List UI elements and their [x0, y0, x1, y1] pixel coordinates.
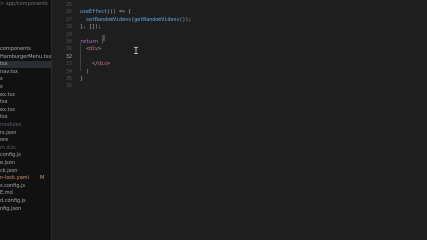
tree-item[interactable]: n-lock.yaml: [0, 175, 29, 182]
tree-item[interactable]: ore: [0, 137, 8, 144]
tree-item[interactable]: d.config.js: [0, 198, 26, 205]
code-line[interactable]: <div>: [80, 46, 101, 53]
code-line[interactable]: }, []);: [80, 24, 101, 31]
line-number: 25: [65, 2, 72, 8]
code-editor[interactable]: 25 26 27 28 29 30 31 32 33 34 35 36 useEffect(() =>…: [52, 0, 427, 240]
tree-item[interactable]: nfig.json: [0, 206, 21, 213]
tree-item[interactable]: e.json: [0, 160, 15, 167]
code-line[interactable]: useEffect(() => {: [80, 9, 131, 16]
code-token: </: [80, 61, 99, 68]
file-explorer: > app/components components HamburgerMenu…: [0, 0, 51, 240]
tree-item[interactable]: E.md: [0, 190, 13, 197]
code-token: getRandomVideos: [134, 16, 180, 23]
app-window: > app/components components HamburgerMenu…: [0, 0, 427, 240]
code-line[interactable]: return (: [80, 39, 104, 46]
code-token: useEffect: [80, 9, 108, 16]
tree-item[interactable]: tsx: [0, 99, 8, 106]
i-beam-cursor-icon: [134, 47, 138, 54]
text-cursor: [102, 35, 105, 41]
line-number: 32: [65, 53, 72, 60]
tree-item[interactable]: ex.tsx: [0, 107, 15, 114]
line-number: 34: [65, 68, 72, 75]
line-number-gutter: 25 26 27 28 29 30 31 32 33 34 35 36: [52, 0, 72, 240]
code-line[interactable]: </div>: [80, 61, 110, 68]
tree-item[interactable]: config.js: [0, 152, 21, 159]
tree-item[interactable]: s.config.js: [0, 183, 25, 190]
git-modified-badge: M: [40, 175, 45, 182]
code-token: div: [98, 61, 108, 68]
code-token: }: [80, 76, 84, 82]
line-number: 33: [65, 61, 72, 68]
code-token: (() => {: [107, 9, 132, 16]
tree-item[interactable]: modules: [0, 122, 21, 129]
code-token: div: [89, 46, 99, 53]
tree-item[interactable]: components: [0, 46, 31, 53]
tree-item[interactable]: HamburgerMenu.tsx: [0, 54, 51, 61]
tree-item[interactable]: rs.json: [0, 130, 16, 137]
code-token: ());: [179, 16, 192, 23]
code-token: }, []);: [80, 24, 102, 31]
code-token: setRandomVideos: [80, 16, 132, 23]
tree-item[interactable]: s: [0, 76, 3, 83]
code-line[interactable]: ): [80, 69, 89, 76]
tree-item[interactable]: tsx: [0, 61, 51, 69]
tree-item[interactable]: ck.json: [0, 168, 17, 175]
tree-item[interactable]: m.d.ts: [0, 145, 16, 152]
code-token: >: [98, 46, 102, 53]
line-number: 36: [65, 83, 72, 90]
line-number: 30: [65, 39, 72, 45]
code-token: return: [80, 39, 99, 45]
tree-item[interactable]: ex.tsx: [0, 92, 15, 99]
line-number: 31: [65, 46, 72, 53]
explorer-breadcrumb[interactable]: > app/components: [0, 1, 48, 8]
tree-item[interactable]: nav.tsx: [0, 69, 18, 76]
line-number: 26: [65, 9, 72, 16]
code-token: ): [80, 68, 90, 75]
line-number: 28: [65, 24, 72, 31]
line-number: 27: [65, 16, 72, 23]
line-number: 29: [65, 31, 72, 38]
line-number: 35: [65, 76, 72, 82]
indent-guide: [80, 43, 81, 71]
code-token: >: [107, 61, 111, 68]
code-line[interactable]: setRandomVideos(getRandomVideos());: [80, 17, 191, 24]
tree-item[interactable]: tsx: [0, 114, 8, 121]
code-line[interactable]: }: [80, 76, 83, 83]
tree-item[interactable]: s: [0, 84, 3, 91]
code-token: <: [80, 46, 90, 53]
